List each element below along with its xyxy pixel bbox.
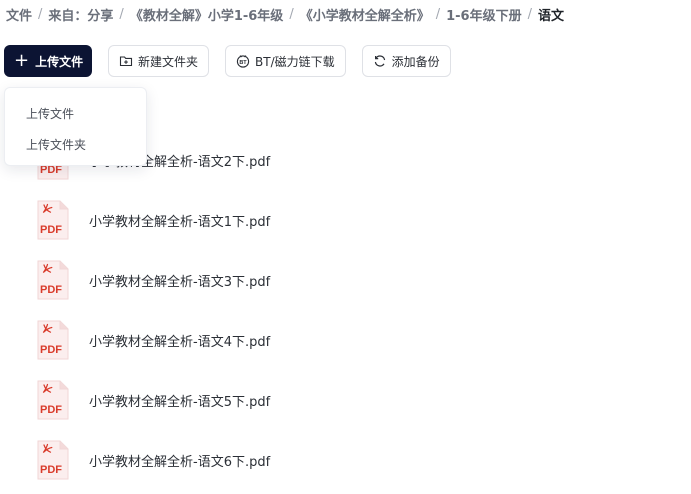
upload-dropdown-menu: 上传文件 上传文件夹 [4,87,147,166]
folder-plus-icon [119,54,133,68]
pdf-icon: PDF [37,200,69,240]
sync-icon [373,54,387,68]
file-row[interactable]: PDF 小学教材全解全析-语文1下.pdf [0,190,691,250]
pdf-icon: PDF [37,440,69,480]
new-folder-button[interactable]: 新建文件夹 [108,45,210,77]
svg-text:PDF: PDF [40,224,62,236]
breadcrumb-separator: / [527,6,532,22]
upload-button-label: 上传文件 [35,54,84,69]
file-name: 小学教材全解全析-语文3下.pdf [89,274,271,290]
pdf-icon: PDF [37,380,69,420]
file-row[interactable]: PDF 小学教材全解全析-语文6下.pdf [0,430,691,490]
menu-item-upload-folder[interactable]: 上传文件夹 [26,136,86,153]
file-name: 小学教材全解全析-语文6下.pdf [89,454,271,470]
menu-item-upload-file[interactable]: 上传文件 [26,105,74,122]
bt-download-button[interactable]: BT BT/磁力链下载 [225,45,346,77]
new-folder-label: 新建文件夹 [138,54,199,69]
breadcrumb-separator: / [289,6,294,22]
file-row[interactable]: PDF 小学教材全解全析-语文4下.pdf [0,310,691,370]
breadcrumb-separator: / [435,6,441,22]
bt-icon: BT [236,54,250,68]
file-name: 小学教材全解全析-语文5下.pdf [89,394,271,410]
upload-button[interactable]: + 上传文件 [4,45,92,77]
svg-text:PDF: PDF [40,404,62,416]
breadcrumb-separator: / [38,6,43,22]
file-name: 小学教材全解全析-语文4下.pdf [89,334,271,350]
file-row[interactable]: PDF 小学教材全解全析-语文5下.pdf [0,370,691,430]
plus-icon: + [14,50,30,71]
svg-text:PDF: PDF [40,464,62,476]
breadcrumb-item-analysis[interactable]: 《小学教材全解全析》 [300,5,430,24]
add-backup-label: 添加备份 [391,54,440,69]
breadcrumb-item-textbook[interactable]: 《教材全解》小学1-6年级 [130,5,284,24]
svg-text:PDF: PDF [40,284,62,296]
breadcrumb-item-current: 语文 [538,8,565,24]
breadcrumb-item-files[interactable]: 文件 [6,5,32,24]
breadcrumb-item-grade[interactable]: 1-6年级下册 [446,5,522,24]
breadcrumb: 文件 / 来自：分享 / 《教材全解》小学1-6年级 / 《小学教材全解全析》 … [6,4,564,24]
breadcrumb-separator: / [119,6,124,22]
svg-text:BT: BT [239,60,247,66]
file-name: 小学教材全解全析-语文1下.pdf [89,214,271,230]
file-row[interactable]: PDF 小学教材全解全析-语文3下.pdf [0,250,691,310]
bt-download-label: BT/磁力链下载 [255,54,335,69]
pdf-icon: PDF [37,320,69,360]
pdf-icon: PDF [37,260,69,300]
toolbar: + 上传文件 新建文件夹 BT BT/磁力链下载 添加备份 [4,45,451,77]
svg-text:PDF: PDF [40,344,62,356]
breadcrumb-item-shared[interactable]: 来自：分享 [48,5,113,24]
add-backup-button[interactable]: 添加备份 [361,45,451,77]
